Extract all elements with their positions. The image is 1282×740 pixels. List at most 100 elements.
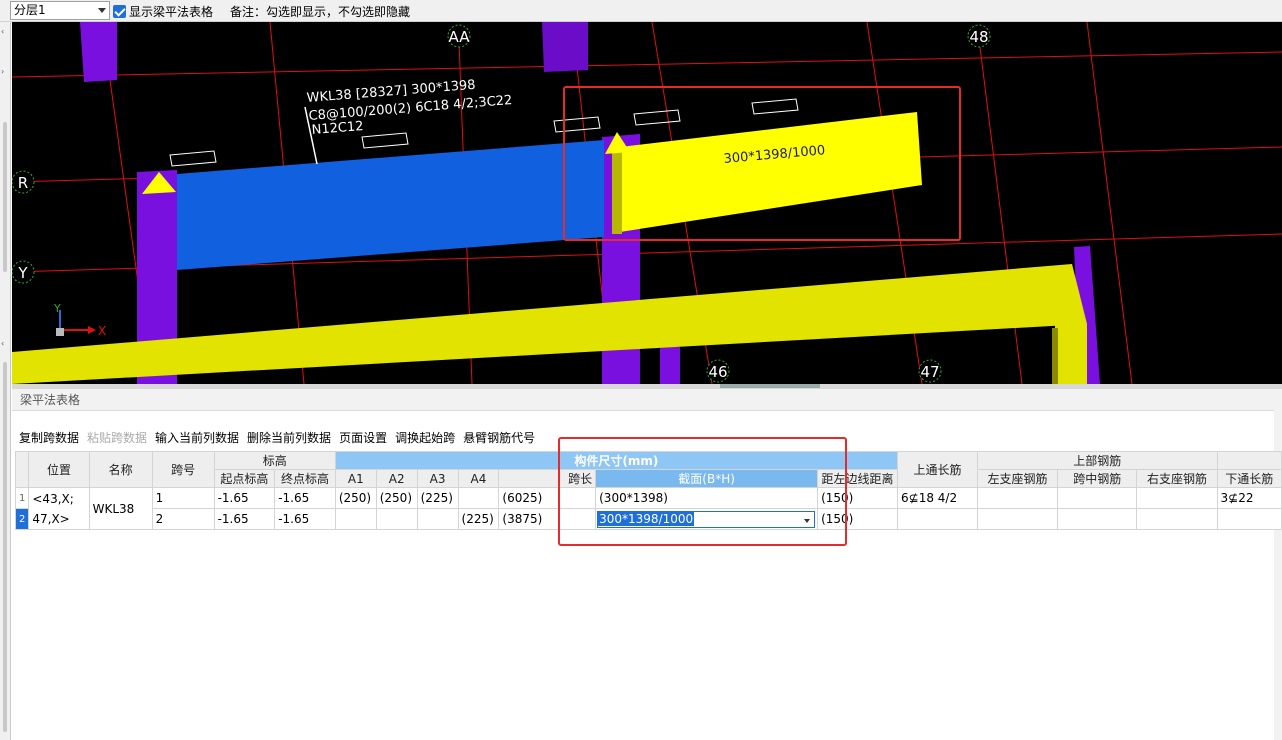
header-top-long-rebar: 上通长筋 <box>897 451 978 488</box>
cell-bottom-long-rebar[interactable] <box>1216 508 1282 530</box>
cell-offset[interactable]: (150) <box>817 508 898 530</box>
position-line-2: 47,X> <box>32 511 70 526</box>
header-start-elev: 起点标高 <box>213 469 276 488</box>
cell-start-elev[interactable]: -1.65 <box>213 508 276 530</box>
scrollbar-2[interactable] <box>3 362 7 732</box>
cell-span-no[interactable]: 2 <box>151 508 215 530</box>
header-position: 位置 <box>28 451 90 488</box>
axis-label-47: 47 <box>920 363 939 381</box>
cell-bottom-long-rebar[interactable]: 3⊈22 <box>1216 487 1282 509</box>
delete-column-data-button[interactable]: 删除当前列数据 <box>247 429 331 445</box>
header-section: 截面(B*H) <box>595 469 819 488</box>
cell-section-editing[interactable]: 300*1398/1000 <box>595 508 819 530</box>
cell-start-elev[interactable]: -1.65 <box>213 487 276 509</box>
collapse-icon[interactable]: ‹ <box>1 28 9 36</box>
header-bottom-long-rebar: 下通长筋 <box>1216 469 1282 488</box>
cell-a4[interactable] <box>457 487 500 509</box>
yellow-beam-span2 <box>612 112 922 234</box>
row-number[interactable]: 2 <box>15 508 30 530</box>
axis-label-48: 48 <box>969 28 988 46</box>
cell-a2[interactable] <box>375 508 418 530</box>
checkbox-checked-icon[interactable] <box>113 5 126 18</box>
header-a3: A3 <box>416 469 459 488</box>
cell-span-length[interactable]: (6025) <box>498 487 597 509</box>
header-mid-rebar: 跨中钢筋 <box>1057 469 1138 488</box>
header-span-no: 跨号 <box>151 451 215 488</box>
cell-a3[interactable] <box>416 508 459 530</box>
header-a2: A2 <box>375 469 418 488</box>
cell-name[interactable]: WKL38 <box>88 487 153 530</box>
expand-icon[interactable]: › <box>1 68 9 76</box>
cell-a1[interactable] <box>334 508 377 530</box>
chevron-down-icon[interactable] <box>804 518 811 523</box>
beam-annotation-line-3: N12C12 <box>311 119 364 138</box>
cell-position[interactable]: <43,X; 47,X> <box>28 487 90 530</box>
beam-table-panel: 梁平法表格 复制跨数据 粘贴跨数据 输入当前列数据 删除当前列数据 页面设置 调… <box>12 389 1282 740</box>
copy-span-data-button[interactable]: 复制跨数据 <box>19 429 79 445</box>
coord-y-label: Y <box>53 302 61 315</box>
collapse-icon-2[interactable]: ‹ <box>1 340 9 348</box>
cell-span-length[interactable]: (3875) <box>498 508 597 530</box>
top-toolbar: 分层1 显示梁平法表格 备注：勾选即显示，不勾选即隐藏 <box>0 0 1282 22</box>
coordinate-gizmo: X Y <box>53 302 106 338</box>
cell-a4[interactable]: (225) <box>457 508 500 530</box>
header-offset: 距左边线距离 <box>817 469 898 488</box>
show-table-label: 显示梁平法表格 <box>129 5 214 19</box>
cell-top-long-rebar[interactable] <box>897 508 978 530</box>
cell-left-seat-rebar[interactable] <box>976 487 1059 509</box>
coord-x-label: X <box>98 324 106 338</box>
header-name: 名称 <box>88 451 153 488</box>
header-a1: A1 <box>334 469 377 488</box>
input-column-data-button[interactable]: 输入当前列数据 <box>155 429 239 445</box>
panel-title: 梁平法表格 <box>12 389 1282 411</box>
page-setup-button[interactable]: 页面设置 <box>339 429 387 445</box>
floor-select-value: 分层1 <box>14 3 46 17</box>
cell-end-elev[interactable]: -1.65 <box>274 508 336 530</box>
splitter-grip[interactable] <box>720 384 820 388</box>
header-blank <box>1216 451 1282 470</box>
header-a4: A4 <box>457 469 500 488</box>
header-span-length: 跨长 <box>498 469 597 488</box>
cell-a1[interactable]: (250) <box>334 487 377 509</box>
position-line-1: <43,X; <box>32 491 74 506</box>
header-member-size: 构件尺寸(mm) <box>334 451 899 470</box>
table-toolbar: 复制跨数据 粘贴跨数据 输入当前列数据 删除当前列数据 页面设置 调换起始跨 悬… <box>19 429 535 445</box>
show-table-toggle[interactable]: 显示梁平法表格 <box>113 3 213 20</box>
table-row[interactable]: 2 2 -1.65 -1.65 (225) (3875) 300*1398/10… <box>15 508 1282 530</box>
cell-offset[interactable]: (150) <box>817 487 898 509</box>
floor-select[interactable]: 分层1 <box>10 1 110 20</box>
cell-right-seat-rebar[interactable] <box>1136 487 1218 509</box>
axis-label-aa: AA <box>449 28 471 46</box>
cell-top-long-rebar[interactable]: 6⊈18 4/2 <box>897 487 978 509</box>
table-row[interactable]: 1 <43,X; 47,X> WKL38 1 -1.65 -1.65 (250)… <box>15 487 1282 530</box>
left-side-strip: ‹ › ‹ <box>0 22 11 740</box>
cantilever-rebar-code-button[interactable]: 悬臂钢筋代号 <box>463 429 535 445</box>
cell-left-seat-rebar[interactable] <box>976 508 1059 530</box>
section-dropdown[interactable]: 300*1398/1000 <box>597 510 816 528</box>
cell-mid-rebar[interactable] <box>1057 508 1138 530</box>
paste-span-data-button[interactable]: 粘贴跨数据 <box>87 429 147 445</box>
3d-viewport[interactable]: AA 48 R Y 46 47 WKL38 [28327] 300*1398 C… <box>12 22 1282 384</box>
scrollbar[interactable] <box>3 122 7 272</box>
axis-label-r: R <box>18 174 28 192</box>
cell-right-seat-rebar[interactable] <box>1136 508 1218 530</box>
cell-span-no[interactable]: 1 <box>151 487 215 509</box>
row-number[interactable]: 1 <box>15 487 30 509</box>
beam-table: 位置 名称 跨号 标高 构件尺寸(mm) 上通长筋 上部钢筋 起点标高 终点标高… <box>15 451 1282 530</box>
beam-annotation: WKL38 [28327] 300*1398 C8@100/200(2) 6C1… <box>306 78 513 138</box>
chevron-down-icon <box>98 8 106 13</box>
cell-a3[interactable]: (225) <box>416 487 459 509</box>
header-right-seat-rebar: 右支座钢筋 <box>1136 469 1218 488</box>
header-elevation: 标高 <box>213 451 336 470</box>
header-top-rebar: 上部钢筋 <box>976 451 1218 470</box>
section-dropdown-value: 300*1398/1000 <box>598 511 695 526</box>
cell-a2[interactable]: (250) <box>375 487 418 509</box>
cell-mid-rebar[interactable] <box>1057 487 1138 509</box>
swap-start-span-button[interactable]: 调换起始跨 <box>395 429 455 445</box>
blue-beam <box>177 140 604 270</box>
cell-section[interactable]: (300*1398) <box>595 487 819 509</box>
cell-end-elev[interactable]: -1.65 <box>274 487 336 509</box>
axis-label-46: 46 <box>708 363 727 381</box>
beam-table-grid: 位置 名称 跨号 标高 构件尺寸(mm) 上通长筋 上部钢筋 起点标高 终点标高… <box>15 451 1282 740</box>
header-end-elev: 终点标高 <box>274 469 336 488</box>
